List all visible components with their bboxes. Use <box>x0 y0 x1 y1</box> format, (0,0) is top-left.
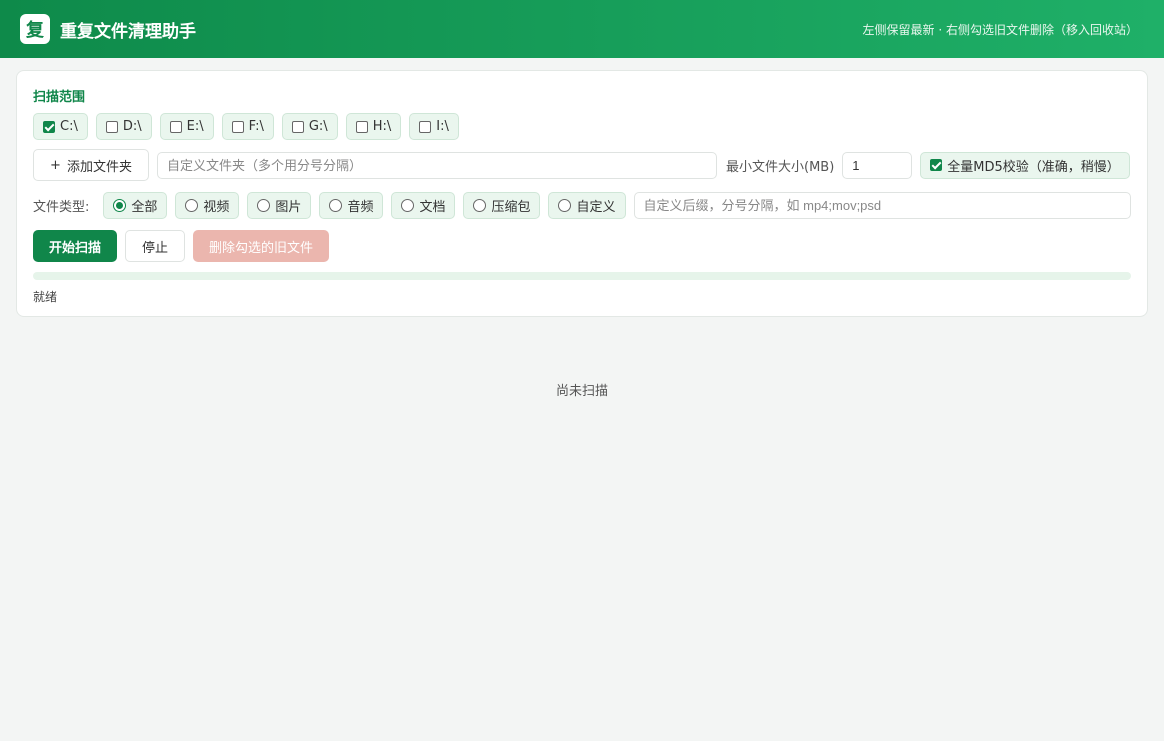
drive-checkbox[interactable]: G:\ <box>281 113 338 140</box>
drive-checkbox[interactable]: C:\ <box>33 113 88 140</box>
results-empty-text: 尚未扫描 <box>555 384 608 399</box>
delete-old-files-button[interactable]: 删除勾选的旧文件 <box>193 230 330 262</box>
md5-label: 全量MD5校验（准确，稍慢） <box>947 159 1120 175</box>
file-type-option[interactable]: 音频 <box>319 192 384 219</box>
drive-label: G:\ <box>308 119 328 134</box>
drive-checkbox[interactable]: D:\ <box>95 113 152 140</box>
drive-checkbox-box[interactable] <box>43 120 55 133</box>
status-text: 就绪 <box>33 290 58 304</box>
app-title: 重复文件清理助手 <box>60 21 196 42</box>
min-size-label: 最小文件大小(MB) <box>726 159 835 175</box>
file-type-option-label: 自定义 <box>576 200 616 215</box>
drive-checkbox[interactable]: H:\ <box>345 113 402 140</box>
drive-checkbox-box[interactable] <box>105 120 118 133</box>
file-type-radio[interactable] <box>401 199 415 212</box>
min-size-input[interactable] <box>842 151 913 179</box>
file-type-radio[interactable] <box>558 199 572 212</box>
header-hint: 左侧保留最新 · 右侧勾选旧文件删除（移入回收站） <box>862 22 1138 37</box>
drive-checkbox-box[interactable] <box>231 120 244 133</box>
drive-checkbox[interactable]: I:\ <box>409 113 459 140</box>
file-type-option-label: 视频 <box>203 200 230 215</box>
md5-checkbox-box[interactable] <box>930 159 943 171</box>
drive-list: C:\ D:\ E:\ F:\ G:\ H:\ I:\ <box>33 113 459 140</box>
md5-checkbox[interactable]: 全量MD5校验（准确，稍慢） <box>920 151 1130 179</box>
file-type-option[interactable]: 全部 <box>103 192 168 219</box>
file-type-option[interactable]: 压缩包 <box>463 192 541 219</box>
file-type-radio[interactable] <box>473 199 487 212</box>
file-type-option-label: 全部 <box>131 200 158 215</box>
add-folder-label: 添加文件夹 <box>66 159 132 175</box>
add-folder-button[interactable]: + 添加文件夹 <box>33 149 149 181</box>
scan-panel: 扫描范围 C:\ D:\ E:\ F:\ G:\ H:\ I:\ + 添加文件夹 最小文件大… <box>16 70 1148 317</box>
drive-checkbox-box[interactable] <box>419 120 432 133</box>
app-logo: 复 <box>20 14 50 44</box>
drive-label: D:\ <box>122 119 142 134</box>
plus-icon: + <box>50 157 61 173</box>
file-type-row: 文件类型: 全部 视频 图片 音频 文档 压缩包 自定义 <box>33 192 1131 219</box>
drive-checkbox[interactable]: E:\ <box>159 113 214 140</box>
file-type-option[interactable]: 文档 <box>391 192 456 219</box>
drive-label: F:\ <box>248 119 264 134</box>
file-type-option-label: 压缩包 <box>491 200 531 215</box>
stop-button[interactable]: 停止 <box>125 230 186 262</box>
drive-label: H:\ <box>372 119 392 134</box>
drive-label: C:\ <box>60 119 78 134</box>
custom-extension-input[interactable] <box>633 192 1131 219</box>
drive-checkbox-box[interactable] <box>291 120 304 133</box>
drive-label: I:\ <box>436 119 449 134</box>
drive-checkbox[interactable]: F:\ <box>221 113 274 140</box>
action-row: 开始扫描 停止 删除勾选的旧文件 <box>33 230 330 262</box>
file-type-option-label: 音频 <box>347 200 374 215</box>
file-type-option-label: 图片 <box>275 200 302 215</box>
file-type-option[interactable]: 自定义 <box>548 192 626 219</box>
drive-label: E:\ <box>186 119 204 134</box>
start-scan-button[interactable]: 开始扫描 <box>33 230 118 262</box>
file-type-option[interactable]: 图片 <box>247 192 312 219</box>
scan-range-title: 扫描范围 <box>33 90 86 105</box>
file-type-radio[interactable] <box>113 199 127 212</box>
drive-checkbox-box[interactable] <box>355 120 368 133</box>
app-header: 复 重复文件清理助手 左侧保留最新 · 右侧勾选旧文件删除（移入回收站） <box>0 0 1164 58</box>
drive-checkbox-box[interactable] <box>169 120 182 133</box>
scan-progress-bar <box>33 272 1131 280</box>
file-type-option-label: 文档 <box>419 200 446 215</box>
folder-row: + 添加文件夹 最小文件大小(MB) 全量MD5校验（准确，稍慢） <box>33 149 1131 181</box>
file-type-radio[interactable] <box>329 199 343 212</box>
file-type-radio[interactable] <box>185 199 199 212</box>
custom-folder-input[interactable] <box>157 151 717 179</box>
file-type-option[interactable]: 视频 <box>175 192 240 219</box>
file-type-radio[interactable] <box>257 199 271 212</box>
file-type-label: 文件类型: <box>33 200 90 215</box>
